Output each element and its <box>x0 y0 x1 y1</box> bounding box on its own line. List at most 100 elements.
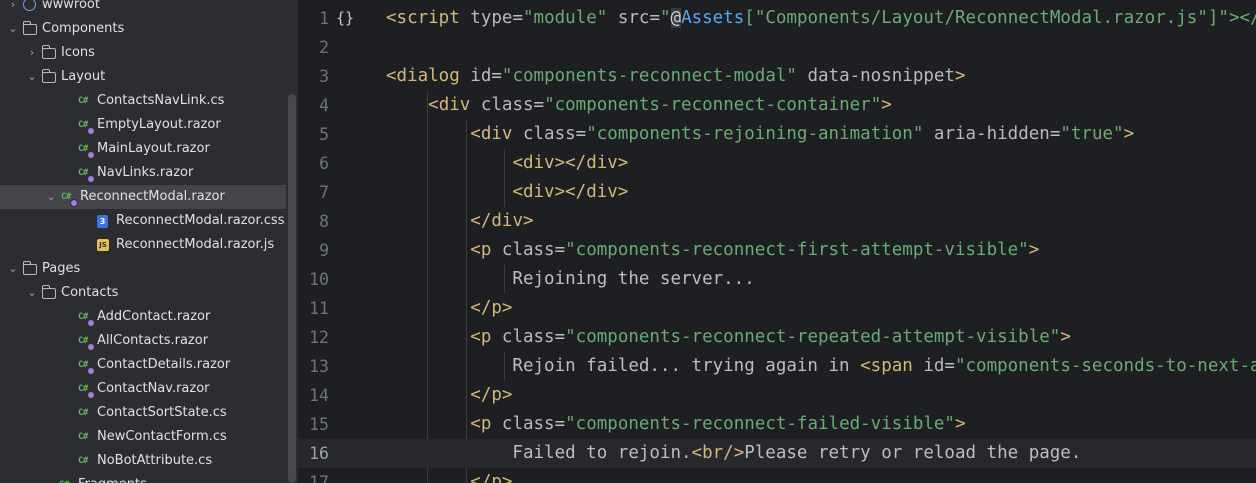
code-text: </p> <box>470 298 513 318</box>
code-line[interactable]: 1 {} <script type="module" src="@Assets["C… <box>298 4 1256 33</box>
globe-icon <box>23 0 36 11</box>
line-number: 5 <box>319 125 329 144</box>
tree-item[interactable]: C# AddContact.razor <box>0 305 286 329</box>
chevron-down-icon[interactable]: ⌄ <box>25 281 39 305</box>
code-fold-icon[interactable]: {} <box>336 4 354 33</box>
tree-item-label: Pages <box>42 261 81 276</box>
code-text: <p class="components-reconnect-failed-vi… <box>470 414 966 434</box>
chevron-down-icon[interactable]: ⌄ <box>44 185 58 209</box>
code-line[interactable]: 4 <div class="components-reconnect-conta… <box>298 91 1256 120</box>
code-text: </p> <box>470 385 513 405</box>
razor-icon: C# <box>78 353 95 377</box>
tree-item[interactable]: JS ReconnectModal.razor.js <box>0 233 286 257</box>
tree-item[interactable]: C# ContactNav.razor <box>0 377 286 401</box>
code-line[interactable]: 15 <p class="components-reconnect-failed… <box>298 410 1256 439</box>
razor-icon: C# <box>78 161 95 185</box>
code-line[interactable]: 13 Rejoin failed... trying again in <spa… <box>298 352 1256 381</box>
code-text: </div> <box>470 211 534 231</box>
folder-icon <box>41 45 56 59</box>
line-number: 8 <box>319 212 329 231</box>
tree-item[interactable]: C# MainLayout.razor <box>0 137 286 161</box>
folder-icon <box>41 285 56 299</box>
tree-item[interactable]: 3 ReconnectModal.razor.css <box>0 209 286 233</box>
tree-item-label: EmptyLayout.razor <box>97 117 221 132</box>
code-line[interactable]: 9 <p class="components-reconnect-first-a… <box>298 236 1256 265</box>
tree-item-label: ContactDetails.razor <box>97 357 231 372</box>
tree-item[interactable]: ⌄ Pages <box>0 257 286 281</box>
csharp-icon: C# <box>59 473 69 483</box>
razor-icon: C# <box>78 377 95 401</box>
tree-item-label: ContactNav.razor <box>97 381 210 396</box>
chevron-right-icon[interactable]: › <box>6 0 20 17</box>
code-text: Rejoin failed... trying again in <span i… <box>386 356 1256 376</box>
chevron-down-icon[interactable]: ⌄ <box>25 65 39 89</box>
line-number: 9 <box>319 241 329 260</box>
tree-item[interactable]: C# EmptyLayout.razor <box>0 113 286 137</box>
tree-scrollbar[interactable] <box>288 94 296 483</box>
razor-icon: C# <box>61 185 78 209</box>
tree-item[interactable]: C# ContactsNavLink.cs <box>0 89 286 113</box>
code-line[interactable]: 5 <div class="components-rejoining-anima… <box>298 120 1256 149</box>
code-line[interactable]: 3 <dialog id="components-reconnect-modal"… <box>298 62 1256 91</box>
code-line[interactable]: 6 <div></div> <box>298 149 1256 178</box>
tree-item-label: NewContactForm.cs <box>97 429 227 444</box>
tree-item-label: Components <box>42 21 125 36</box>
code-line[interactable]: 12 <p class="components-reconnect-repeat… <box>298 323 1256 352</box>
line-number: 12 <box>309 328 329 347</box>
csharp-icon: C# <box>78 408 88 418</box>
chevron-down-icon[interactable]: ⌄ <box>6 257 20 281</box>
line-number: 13 <box>309 357 329 376</box>
tree-item-label: ReconnectModal.razor <box>80 189 225 204</box>
css-file-icon: 3 <box>97 215 108 228</box>
tree-item[interactable]: C# NoBotAttribute.cs <box>0 449 286 473</box>
tree-item-label: AddContact.razor <box>97 309 211 324</box>
code-line[interactable]: 16 Failed to rejoin.<br/>Please retry or… <box>298 439 1256 468</box>
code-line[interactable]: 14 </p> <box>298 381 1256 410</box>
code-line[interactable]: 11 </p> <box>298 294 1256 323</box>
tree-item-label: Layout <box>61 69 106 84</box>
tree-item-label: wwwroot <box>42 0 100 12</box>
tree-item[interactable]: › wwwroot <box>0 0 286 17</box>
code-line[interactable]: 17 </p> <box>298 468 1256 483</box>
tree-item[interactable]: C# Fragments <box>0 473 286 483</box>
line-number: 3 <box>319 67 329 86</box>
code-line[interactable]: 10 Rejoining the server... <box>298 265 1256 294</box>
tree-item[interactable]: ⌄ C# ReconnectModal.razor <box>0 185 286 209</box>
tree-item[interactable]: ⌄ Layout <box>0 65 286 89</box>
code-text: <p class="components-reconnect-repeated-… <box>470 327 1071 347</box>
tree-item[interactable]: C# ContactDetails.razor <box>0 353 286 377</box>
tree-item[interactable]: ⌄ Components <box>0 17 286 41</box>
code-line[interactable]: 2 <box>298 33 1256 62</box>
tree-item[interactable]: C# NewContactForm.cs <box>0 425 286 449</box>
code-text: <dialog id="components-reconnect-modal" … <box>386 66 966 86</box>
line-number: 1 <box>319 9 329 28</box>
folder-icon <box>41 69 56 83</box>
js-file-icon: JS <box>97 239 109 251</box>
tree-item[interactable]: C# AllContacts.razor <box>0 329 286 353</box>
razor-icon: C# <box>78 113 95 137</box>
code-text: <script type="module" src="@Assets["Comp… <box>386 8 1256 28</box>
code-text: <p class="components-reconnect-first-att… <box>470 240 1040 260</box>
tree-item[interactable]: C# NavLinks.razor <box>0 161 286 185</box>
tree-item-label: NavLinks.razor <box>97 165 194 180</box>
line-number: 10 <box>309 270 329 289</box>
code-editor[interactable]: 1 {} <script type="module" src="@Assets["C… <box>298 0 1256 483</box>
tree-item-label: Fragments <box>78 473 147 483</box>
line-number: 17 <box>309 473 329 483</box>
chevron-right-icon[interactable]: › <box>25 41 39 65</box>
code-line[interactable]: 7 <div></div> <box>298 178 1256 207</box>
code-line[interactable]: 8 </div> <box>298 207 1256 236</box>
line-number: 11 <box>309 299 329 318</box>
line-number: 16 <box>309 444 329 463</box>
line-number: 6 <box>319 154 329 173</box>
tree-item[interactable]: › Icons <box>0 41 286 65</box>
project-tree-panel: › wwwroot ⌄ Components › Icons ⌄ Layout C# Contac… <box>0 0 298 483</box>
tree-item-label: Contacts <box>61 285 119 300</box>
chevron-down-icon[interactable]: ⌄ <box>6 17 20 41</box>
tree-item[interactable]: ⌄ Contacts <box>0 281 286 305</box>
code-text: Rejoining the server... <box>386 269 755 289</box>
tree-item[interactable]: C# ContactSortState.cs <box>0 401 286 425</box>
line-number: 14 <box>309 386 329 405</box>
tree-item-label: ContactSortState.cs <box>97 405 227 420</box>
code-text: <div class="components-reconnect-contain… <box>428 95 892 115</box>
